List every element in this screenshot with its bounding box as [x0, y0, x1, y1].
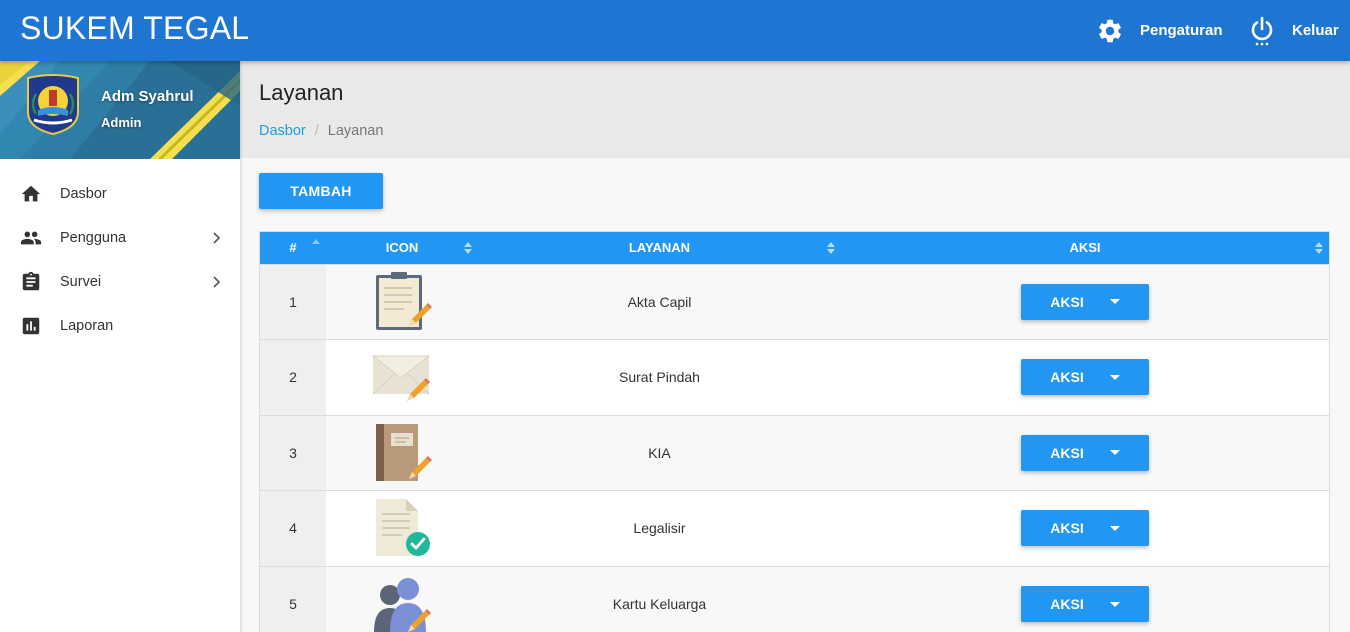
sidebar-item-label: Survei	[60, 274, 102, 290]
row-number: 4	[260, 490, 326, 566]
breadcrumb-current: Layanan	[327, 123, 384, 139]
table-row: 3 KIA AKSI	[260, 414, 1329, 491]
sidebar-menu: Dasbor Pengguna Survei Laporan	[0, 172, 240, 348]
aksi-dropdown-button[interactable]: AKSI	[1021, 586, 1149, 622]
family-edit-icon	[374, 578, 431, 632]
sidebar-item-dasbor[interactable]: Dasbor	[0, 172, 240, 216]
aksi-dropdown-button[interactable]: AKSI	[1021, 283, 1149, 320]
sidebar-item-laporan[interactable]: Laporan	[0, 304, 240, 348]
content-body: TAMBAH # ICON LAYANAN AKSI 1 Akta Capil …	[240, 158, 1350, 632]
service-name: Kartu Keluarga	[478, 565, 841, 632]
caret-down-icon	[1109, 601, 1120, 607]
table-row: 1 Akta Capil AKSI	[260, 263, 1329, 340]
column-header-layanan[interactable]: LAYANAN	[478, 232, 841, 264]
row-number: 1	[260, 263, 326, 340]
clipboard-icon	[22, 271, 40, 291]
sidebar: Adm Syahrul Admin Dasbor Pengguna Survei…	[0, 61, 240, 632]
sort-icon	[1315, 242, 1323, 254]
row-number: 5	[260, 565, 326, 632]
caret-down-icon	[1109, 299, 1120, 305]
breadcrumb-separator: /	[314, 123, 319, 139]
app-title[interactable]: SUKEM TEGAL	[20, 10, 249, 47]
service-name: Surat Pindah	[478, 339, 841, 415]
table-row: 2 Surat Pindah AKSI	[260, 339, 1329, 415]
caret-down-icon	[1109, 525, 1120, 531]
add-button[interactable]: TAMBAH	[259, 173, 383, 209]
aksi-dropdown-button[interactable]: AKSI	[1021, 510, 1149, 547]
document-check-icon	[376, 499, 430, 557]
content-header: Layanan Dasbor / Layanan	[240, 61, 1350, 158]
services-table: # ICON LAYANAN AKSI 1 Akta Capil AKSI 2 …	[260, 232, 1329, 632]
column-header-number[interactable]: #	[260, 232, 326, 264]
column-header-icon[interactable]: ICON	[326, 232, 478, 264]
breadcrumb: Dasbor / Layanan	[259, 123, 383, 139]
user-name: Adm Syahrul	[101, 88, 194, 105]
sort-icon	[464, 242, 472, 254]
column-header-aksi[interactable]: AKSI	[841, 232, 1329, 264]
settings-label: Pengaturan	[1140, 22, 1223, 39]
sidebar-item-label: Dasbor	[60, 186, 107, 202]
table-header-row: # ICON LAYANAN AKSI	[260, 232, 1329, 264]
caret-down-icon	[1109, 374, 1120, 380]
service-name: KIA	[478, 414, 841, 491]
user-panel: Adm Syahrul Admin	[0, 61, 240, 159]
page-title: Layanan	[259, 80, 344, 105]
table-row: 5 Kartu Keluarga AKSI	[260, 565, 1329, 632]
user-role: Admin	[101, 115, 142, 130]
sidebar-item-pengguna[interactable]: Pengguna	[0, 216, 240, 260]
row-number: 2	[260, 339, 326, 415]
service-name: Akta Capil	[478, 263, 841, 340]
logout-label: Keluar	[1292, 22, 1339, 39]
row-number: 3	[260, 414, 326, 491]
logout-button[interactable]: Keluar	[1249, 0, 1339, 61]
home-icon	[21, 185, 41, 202]
sidebar-item-label: Laporan	[60, 318, 114, 334]
sidebar-item-survei[interactable]: Survei	[0, 260, 240, 304]
municipal-emblem-icon	[27, 74, 79, 136]
aksi-dropdown-button[interactable]: AKSI	[1021, 359, 1149, 396]
gear-icon	[1099, 19, 1121, 42]
people-icon	[20, 231, 42, 245]
services-table-container: # ICON LAYANAN AKSI 1 Akta Capil AKSI 2 …	[259, 231, 1330, 632]
bar-chart-icon	[22, 317, 40, 335]
table-row: 4 Legalisir AKSI	[260, 490, 1329, 566]
top-navbar: SUKEM TEGAL Pengaturan Keluar	[0, 0, 1350, 61]
caret-down-icon	[1109, 450, 1120, 456]
power-icon	[1251, 16, 1273, 45]
settings-button[interactable]: Pengaturan	[1096, 0, 1223, 61]
aksi-dropdown-button[interactable]: AKSI	[1021, 434, 1149, 471]
clipboard-edit-icon	[376, 271, 432, 330]
sidebar-item-label: Pengguna	[60, 230, 127, 246]
book-edit-icon	[376, 423, 432, 481]
envelope-edit-icon	[372, 355, 431, 402]
service-name: Legalisir	[478, 490, 841, 566]
breadcrumb-home-link[interactable]: Dasbor	[259, 123, 306, 139]
sort-asc-icon	[312, 239, 320, 244]
sort-icon	[827, 242, 835, 254]
chevron-right-icon	[213, 232, 221, 244]
chevron-right-icon	[213, 276, 221, 288]
